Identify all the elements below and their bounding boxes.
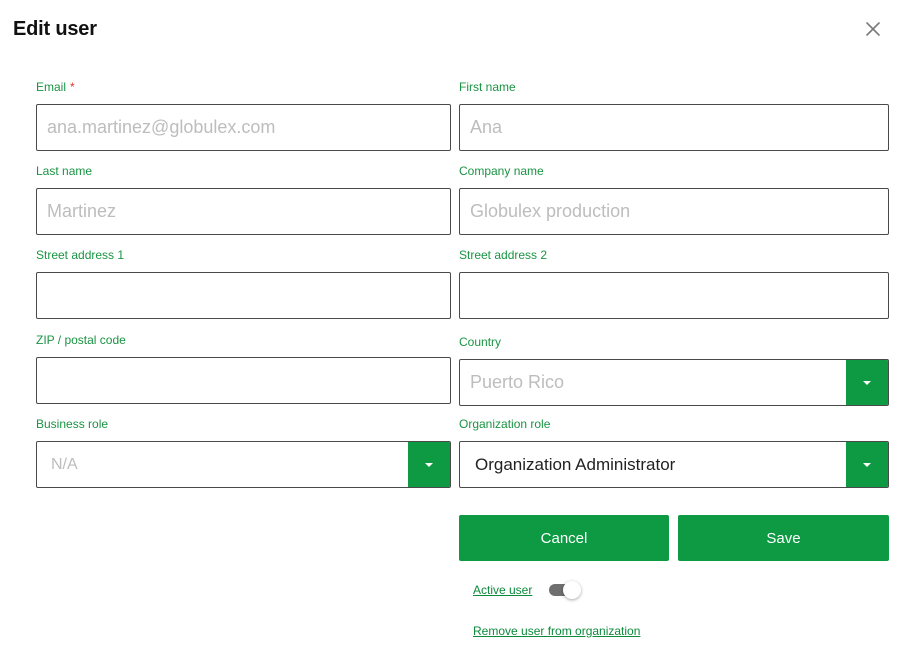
first-name-label: First name [459,80,516,94]
chevron-down-icon[interactable] [846,360,888,405]
chevron-down-icon[interactable] [846,442,888,487]
save-button[interactable]: Save [678,515,889,561]
business-role-select[interactable]: N/A [36,441,451,488]
business-role-label: Business role [36,417,109,431]
street-address-1-label: Street address 1 [36,248,125,262]
business-role-value: N/A [51,455,78,473]
cancel-button[interactable]: Cancel [459,515,669,561]
company-name-field[interactable] [459,188,889,235]
company-name-label: Company name [459,164,544,178]
zip-field[interactable] [36,357,451,404]
street-address-2-label: Street address 2 [459,248,548,262]
organization-role-label: Organization role [459,417,551,431]
street-address-2-field[interactable] [459,272,889,319]
street-address-1-field[interactable] [36,272,451,319]
dialog-title: Edit user [13,18,97,40]
email-field[interactable] [36,104,451,151]
country-value: Puerto Rico [470,372,565,392]
organization-role-value: Organization Administrator [475,454,676,474]
active-user-toggle[interactable] [549,580,583,600]
first-name-field[interactable] [459,104,889,151]
required-mark: * [70,80,75,94]
remove-user-link[interactable]: Remove user from organization [473,624,640,638]
close-icon[interactable] [862,18,884,40]
country-select[interactable]: Puerto Rico [459,359,889,406]
country-label: Country [459,335,502,349]
zip-label: ZIP / postal code [36,333,126,347]
last-name-label: Last name [36,164,93,178]
organization-role-select[interactable]: Organization Administrator [459,441,889,488]
last-name-field[interactable] [36,188,451,235]
active-user-link[interactable]: Active user [473,583,532,597]
chevron-down-icon[interactable] [408,442,450,487]
email-label: Email * [36,80,75,94]
toggle-knob [563,581,581,599]
